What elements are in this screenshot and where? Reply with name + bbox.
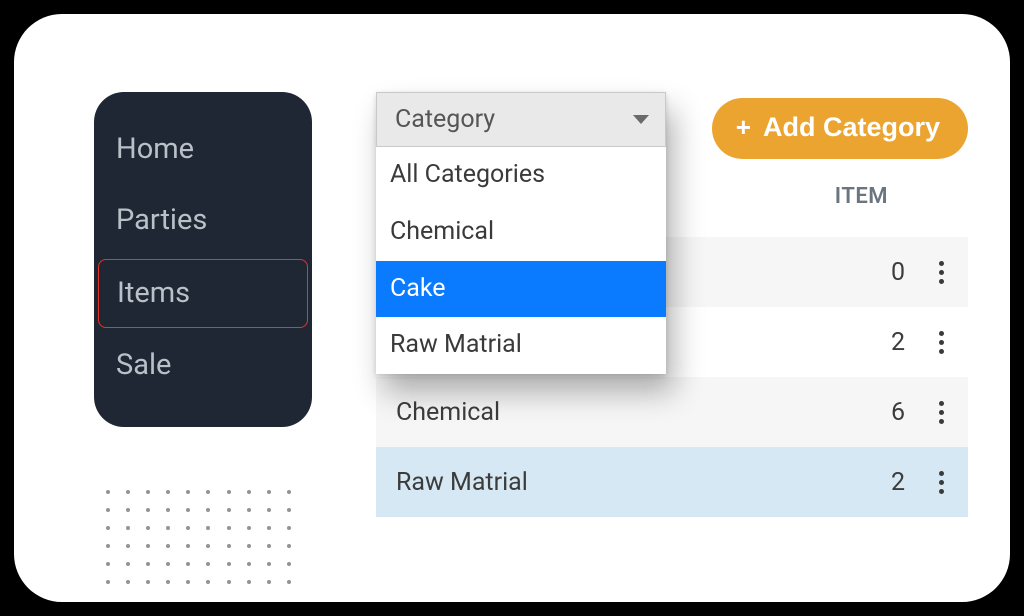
- row-count: 6: [885, 398, 905, 427]
- plus-icon: +: [736, 121, 751, 134]
- table-row[interactable]: Chemical 6: [376, 377, 968, 447]
- kebab-icon[interactable]: [929, 255, 954, 290]
- dropdown-toggle[interactable]: Category: [376, 92, 666, 147]
- chevron-down-icon: [633, 115, 649, 124]
- row-count: 0: [885, 258, 905, 287]
- add-category-label: Add Category: [763, 112, 940, 143]
- row-name: Raw Matrial: [396, 468, 528, 497]
- decorative-dots: [106, 490, 292, 584]
- table-row[interactable]: Raw Matrial 2: [376, 447, 968, 517]
- dropdown-option-chemical[interactable]: Chemical: [376, 204, 666, 261]
- nav-parties[interactable]: Parties: [94, 185, 312, 256]
- sidebar: Home Parties Items Sale: [94, 92, 312, 427]
- kebab-icon[interactable]: [929, 395, 954, 430]
- category-dropdown: Category All Categories Chemical Cake Ra…: [376, 92, 666, 374]
- dropdown-option-all[interactable]: All Categories: [376, 147, 666, 204]
- nav-sale[interactable]: Sale: [94, 330, 312, 401]
- nav-items[interactable]: Items: [98, 259, 308, 328]
- row-count: 2: [885, 328, 905, 357]
- nav-home[interactable]: Home: [94, 114, 312, 185]
- dropdown-option-raw-matrial[interactable]: Raw Matrial: [376, 317, 666, 374]
- row-name: Chemical: [396, 398, 500, 427]
- add-category-button[interactable]: + Add Category: [712, 98, 968, 159]
- dropdown-option-cake[interactable]: Cake: [376, 261, 666, 318]
- app-card: Home Parties Items Sale + Add Category I…: [14, 14, 1010, 602]
- row-count: 2: [885, 468, 905, 497]
- kebab-icon[interactable]: [929, 325, 954, 360]
- kebab-icon[interactable]: [929, 465, 954, 500]
- dropdown-label: Category: [395, 105, 495, 134]
